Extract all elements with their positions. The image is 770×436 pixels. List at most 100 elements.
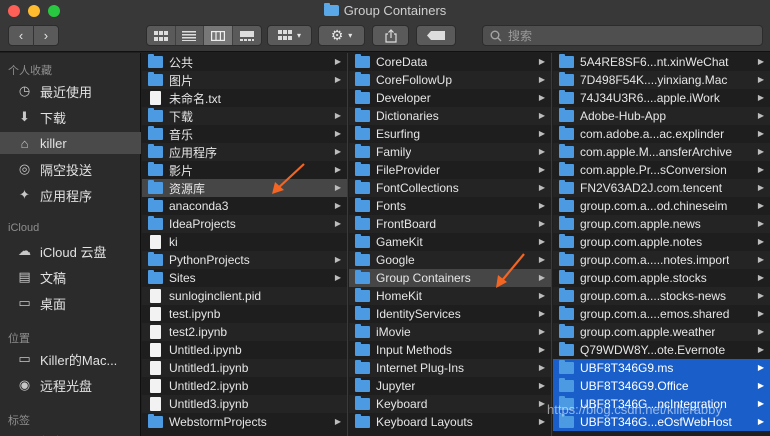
folder-row[interactable]: 图片 ▶ bbox=[142, 71, 347, 89]
share-button[interactable] bbox=[372, 25, 409, 46]
file-row[interactable]: Untitled3.ipynb bbox=[142, 395, 347, 413]
chevron-right-icon: ▶ bbox=[757, 129, 764, 138]
desktop-icon: ▭ bbox=[18, 295, 31, 310]
folder-row[interactable]: Internet Plug-Ins ▶ bbox=[349, 359, 551, 377]
chevron-right-icon[interactable]: › bbox=[34, 26, 58, 45]
tag-icon bbox=[427, 31, 445, 40]
file-row[interactable]: test2.ipynb bbox=[142, 323, 347, 341]
folder-row[interactable]: iMovie ▶ bbox=[349, 323, 551, 341]
folder-row[interactable]: PythonProjects ▶ bbox=[142, 251, 347, 269]
row-label: FileProvider bbox=[376, 163, 441, 177]
file-icon bbox=[150, 343, 161, 357]
sidebar-item-label: 最近使用 bbox=[40, 84, 93, 100]
file-row[interactable]: ki bbox=[142, 233, 347, 251]
file-row[interactable]: Untitled.ipynb bbox=[142, 341, 347, 359]
action-menu-button[interactable]: ⚙ ▾ bbox=[318, 25, 365, 46]
folder-row[interactable]: Family ▶ bbox=[349, 143, 551, 161]
folder-row[interactable]: 资源库 ▶ bbox=[142, 179, 347, 197]
folder-row[interactable]: 应用程序 ▶ bbox=[142, 143, 347, 161]
column-view-icon[interactable] bbox=[204, 26, 233, 45]
folder-row[interactable]: Esurfing ▶ bbox=[349, 125, 551, 143]
chevron-right-icon: ▶ bbox=[334, 165, 341, 174]
folder-row[interactable]: UBF8T346G9.ms ▶ bbox=[553, 359, 770, 377]
folder-row[interactable]: 7D498F54K....yinxiang.Mac ▶ bbox=[553, 71, 770, 89]
chevron-right-icon: ▶ bbox=[538, 345, 545, 354]
sidebar-item[interactable]: ⌂ killer bbox=[0, 132, 141, 154]
sidebar-item[interactable]: ⬇ 下载 bbox=[0, 106, 141, 128]
folder-row[interactable]: com.adobe.a...ac.explinder ▶ bbox=[553, 125, 770, 143]
tag-button[interactable] bbox=[416, 25, 456, 46]
chevron-right-icon: ▶ bbox=[334, 183, 341, 192]
folder-row[interactable]: 下载 ▶ bbox=[142, 107, 347, 125]
folder-row[interactable]: Keyboard Layouts ▶ bbox=[349, 413, 551, 431]
folder-row[interactable]: Dictionaries ▶ bbox=[349, 107, 551, 125]
gallery-view-icon[interactable] bbox=[233, 26, 261, 45]
file-row[interactable]: test.ipynb bbox=[142, 305, 347, 323]
folder-row[interactable]: IdentityServices ▶ bbox=[349, 305, 551, 323]
sidebar-item[interactable]: ◎ 隔空投送 bbox=[0, 158, 141, 180]
sidebar-item[interactable]: ◷ 最近使用 bbox=[0, 80, 141, 102]
folder-row[interactable]: Adobe-Hub-App ▶ bbox=[553, 107, 770, 125]
icon-view-icon[interactable] bbox=[147, 26, 176, 45]
row-label: Developer bbox=[376, 91, 431, 105]
folder-icon bbox=[559, 54, 574, 68]
folder-row[interactable]: Input Methods ▶ bbox=[349, 341, 551, 359]
folder-row[interactable]: group.com.apple.notes ▶ bbox=[553, 233, 770, 251]
sidebar-item[interactable]: ● 红色 bbox=[0, 430, 141, 436]
folder-row[interactable]: com.apple.M...ansferArchive ▶ bbox=[553, 143, 770, 161]
row-label: Adobe-Hub-App bbox=[580, 109, 667, 123]
file-row[interactable]: Untitled1.ipynb bbox=[142, 359, 347, 377]
folder-row[interactable]: 74J34U3R6....apple.iWork ▶ bbox=[553, 89, 770, 107]
folder-icon bbox=[355, 162, 370, 176]
folder-row[interactable]: group.com.a....stocks-news ▶ bbox=[553, 287, 770, 305]
folder-row[interactable]: FontCollections ▶ bbox=[349, 179, 551, 197]
folder-row[interactable]: 音乐 ▶ bbox=[142, 125, 347, 143]
folder-row[interactable]: 5A4RE8SF6...nt.xinWeChat ▶ bbox=[553, 53, 770, 71]
file-row[interactable]: sunloginclient.pid bbox=[142, 287, 347, 305]
folder-row[interactable]: group.com.a...od.chineseim ▶ bbox=[553, 197, 770, 215]
folder-row[interactable]: group.com.apple.weather ▶ bbox=[553, 323, 770, 341]
sidebar-item[interactable]: ▭ Killer的Mac... bbox=[0, 348, 141, 370]
folder-row[interactable]: IdeaProjects ▶ bbox=[142, 215, 347, 233]
folder-row[interactable]: Sites ▶ bbox=[142, 269, 347, 287]
folder-row[interactable]: FileProvider ▶ bbox=[349, 161, 551, 179]
folder-row[interactable]: Jupyter ▶ bbox=[349, 377, 551, 395]
chevron-right-icon: ▶ bbox=[757, 111, 764, 120]
folder-icon bbox=[148, 180, 163, 194]
folder-row[interactable]: WebstormProjects ▶ bbox=[142, 413, 347, 431]
chevron-right-icon: ▶ bbox=[757, 183, 764, 192]
list-view-icon[interactable] bbox=[176, 26, 204, 45]
sidebar-item[interactable]: ✦ 应用程序 bbox=[0, 184, 141, 206]
folder-row[interactable]: Q79WDW8Y...ote.Evernote ▶ bbox=[553, 341, 770, 359]
file-row[interactable]: Untitled2.ipynb bbox=[142, 377, 347, 395]
folder-row[interactable]: CoreData ▶ bbox=[349, 53, 551, 71]
folder-row[interactable]: group.com.apple.news ▶ bbox=[553, 215, 770, 233]
sidebar-item-label: 桌面 bbox=[40, 296, 67, 312]
chevron-right-icon: ▶ bbox=[538, 201, 545, 210]
folder-row[interactable]: 公共 ▶ bbox=[142, 53, 347, 71]
sidebar-item[interactable]: ◉ 远程光盘 bbox=[0, 374, 141, 396]
folder-row[interactable]: group.com.apple.stocks ▶ bbox=[553, 269, 770, 287]
sidebar-item[interactable]: ▤ 文稿 bbox=[0, 266, 141, 288]
file-row[interactable]: 未命名.txt bbox=[142, 89, 347, 107]
folder-row[interactable]: Fonts ▶ bbox=[349, 197, 551, 215]
folder-row[interactable]: anaconda3 ▶ bbox=[142, 197, 347, 215]
folder-row[interactable]: 影片 ▶ bbox=[142, 161, 347, 179]
chevron-left-icon[interactable]: ‹ bbox=[9, 26, 33, 45]
folder-row[interactable]: FN2V63AD2J.com.tencent ▶ bbox=[553, 179, 770, 197]
folder-row[interactable]: group.com.a.....notes.import ▶ bbox=[553, 251, 770, 269]
group-by-button[interactable]: ▾ bbox=[267, 25, 312, 46]
folder-icon bbox=[559, 216, 574, 230]
folder-row[interactable]: Keyboard ▶ bbox=[349, 395, 551, 413]
sidebar-item[interactable]: ☁ iCloud 云盘 bbox=[0, 240, 141, 262]
folder-row[interactable]: FrontBoard ▶ bbox=[349, 215, 551, 233]
folder-row[interactable]: com.apple.Pr...sConversion ▶ bbox=[553, 161, 770, 179]
folder-row[interactable]: Developer ▶ bbox=[349, 89, 551, 107]
search-field[interactable]: 搜索 bbox=[482, 25, 763, 46]
share-icon bbox=[384, 28, 397, 43]
folder-row[interactable]: GameKit ▶ bbox=[349, 233, 551, 251]
folder-row[interactable]: group.com.a....emos.shared ▶ bbox=[553, 305, 770, 323]
folder-row[interactable]: UBF8T346G9.Office ▶ bbox=[553, 377, 770, 395]
folder-row[interactable]: CoreFollowUp ▶ bbox=[349, 71, 551, 89]
sidebar-item[interactable]: ▭ 桌面 bbox=[0, 292, 141, 314]
